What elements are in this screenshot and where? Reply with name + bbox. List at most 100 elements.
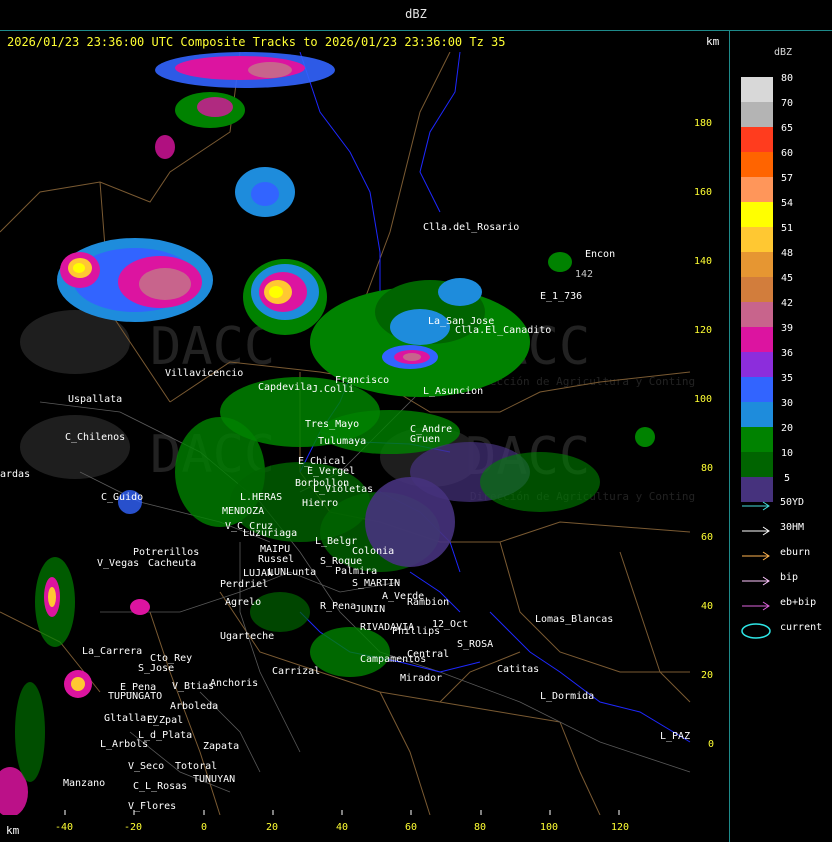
legend-label: 48: [780, 248, 794, 259]
y-tick-label: 100: [694, 394, 713, 405]
place-label: V_Vegas: [97, 558, 139, 569]
legend-label: 54: [780, 198, 794, 209]
product-title: dBZ: [405, 7, 427, 21]
track-label: bip: [780, 572, 799, 583]
place-label: Rambion: [407, 597, 449, 608]
legend-swatch: [741, 452, 773, 477]
place-label: Villavicencio: [165, 368, 243, 379]
title-bar: dBZ: [0, 0, 832, 31]
legend-label: 30: [780, 398, 794, 409]
place-label: Encon: [585, 249, 615, 260]
place-label: 12_Oct: [432, 619, 468, 630]
legend-label: 65: [780, 123, 794, 134]
place-label: La_Carrera: [82, 646, 142, 657]
legend-label: 36: [780, 348, 794, 359]
current-storm-ellipse-icon: [741, 622, 773, 644]
place-label: Potrerillos: [133, 547, 199, 558]
axis-unit-top: km: [706, 35, 720, 48]
place-label: E_Vergel: [307, 466, 355, 477]
legend-swatch: [741, 427, 773, 452]
place-label: Russel: [258, 554, 294, 565]
place-label: Colonia: [352, 546, 394, 557]
place-label: L_Dormida: [540, 691, 594, 702]
track-label: eburn: [780, 547, 811, 558]
track-label: 50YD: [780, 497, 805, 508]
track-label: current: [780, 622, 823, 633]
place-label: Cacheuta: [148, 558, 196, 569]
legend-label: 51: [780, 223, 794, 234]
x-tick-label: 20: [266, 822, 279, 833]
legend-swatch: [741, 152, 773, 177]
legend-title: dBZ: [773, 47, 793, 58]
watermark-logo-icon: [20, 415, 130, 479]
legend-swatch: [741, 77, 773, 102]
place-label: Clla.del_Rosario: [423, 222, 519, 233]
place-label: Totoral: [175, 761, 217, 772]
place-label: Zapata: [203, 741, 239, 752]
place-label: Agrelo: [225, 597, 261, 608]
place-label: V_Flores: [128, 801, 176, 812]
legend-label: 70: [780, 98, 794, 109]
legend-label: 57: [780, 173, 794, 184]
place-label: Ugarteche: [220, 631, 274, 642]
track-label: eb+bip: [780, 597, 817, 608]
legend-swatch: [741, 377, 773, 402]
x-tick-label: 80: [474, 822, 487, 833]
place-label: MENDOZA: [222, 506, 264, 517]
x-tick-label: 100: [540, 822, 559, 833]
place-label: LUNLunta: [268, 567, 316, 578]
track-arrow-icon: [741, 572, 773, 591]
track-arrow-icon: [741, 597, 773, 616]
place-label: Lomas_Blancas: [535, 614, 613, 625]
place-label: JUNIN: [355, 604, 385, 615]
place-label: Capdevila: [258, 382, 312, 393]
y-tick-label: 0: [708, 739, 715, 750]
legend-swatch: [741, 102, 773, 127]
place-label: Perdriel: [220, 579, 268, 590]
legend-swatch: [741, 402, 773, 427]
place-label: L_Asuncion: [423, 386, 483, 397]
place-label: Catitas: [497, 664, 539, 675]
track-arrow-icon: [741, 547, 773, 566]
place-label: S_MARTIN: [352, 578, 400, 589]
place-label: L_Violetas: [313, 484, 373, 495]
place-label: 142: [575, 269, 593, 280]
place-label: L.HERAS: [240, 492, 282, 503]
legend-label: 60: [780, 148, 794, 159]
y-tick-label: 20: [701, 670, 714, 681]
place-label: R_Pena: [320, 601, 356, 612]
y-tick-label: 140: [694, 256, 713, 267]
radar-map-svg: DACC DACC DACC DACC Dirección de Agricul…: [0, 52, 695, 815]
legend-label: 35: [780, 373, 794, 384]
x-tick-label: -40: [55, 822, 74, 833]
legend-label: 45: [780, 273, 794, 284]
track-arrow-icon: [741, 522, 773, 541]
place-label: C_L_Rosas: [133, 781, 187, 792]
place-label: L_d_Plata: [138, 730, 192, 741]
legend-label: 39: [780, 323, 794, 334]
legend-swatch: [741, 227, 773, 252]
timestamp-header: 2026/01/23 23:36:00 UTC Composite Tracks…: [7, 35, 506, 49]
place-label: TUNUYAN: [193, 774, 235, 785]
x-tick-label: 60: [405, 822, 418, 833]
radar-map[interactable]: DACC DACC DACC DACC Dirección de Agricul…: [0, 52, 695, 815]
place-label: Arboleda: [170, 701, 218, 712]
x-tick-label: 0: [201, 822, 208, 833]
legend-label: 80: [780, 73, 794, 84]
legend-label: 10: [780, 448, 794, 459]
legend-label: 42: [780, 298, 794, 309]
x-tick-label: 40: [336, 822, 349, 833]
place-label: Tres_Mayo: [305, 419, 359, 430]
place-label: V_C_Cruz: [225, 521, 273, 532]
place-label: V_Btias: [172, 681, 214, 692]
legend-swatch: [741, 352, 773, 377]
place-label: Carrizal: [272, 666, 320, 677]
x-tick-label: -20: [124, 822, 143, 833]
place-label: L_PAZ: [660, 731, 690, 742]
place-label: Gruen: [410, 434, 440, 445]
legend-label: 20: [780, 423, 794, 434]
legend-label: 5: [783, 473, 791, 484]
place-label: V_Seco: [128, 761, 164, 772]
place-label: Palmira: [335, 566, 377, 577]
place-label: Uspallata: [68, 394, 122, 405]
